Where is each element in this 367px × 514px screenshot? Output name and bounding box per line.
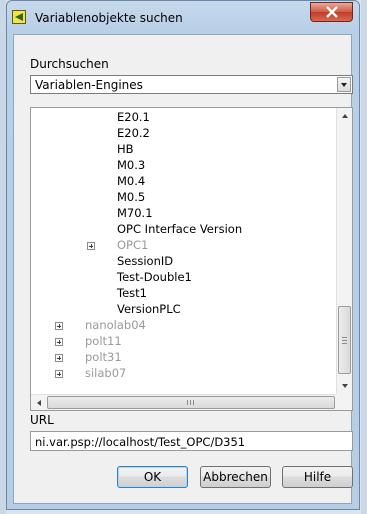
ok-button[interactable]: OK — [117, 466, 188, 488]
labview-app-icon — [12, 10, 26, 24]
close-button[interactable] — [310, 2, 353, 22]
tree-item-host[interactable]: silab07 — [85, 366, 126, 380]
scroll-left-icon[interactable] — [36, 399, 42, 407]
tree-item[interactable]: VersionPLC — [117, 302, 181, 316]
close-icon — [326, 6, 338, 18]
horizontal-scrollbar[interactable] — [31, 394, 352, 410]
vertical-scrollbar[interactable] — [336, 108, 352, 394]
tree-item[interactable]: E20.2 — [117, 126, 150, 140]
background-window-edge-right — [361, 0, 367, 514]
horizontal-scroll-thumb[interactable] — [47, 396, 335, 409]
scroll-down-icon[interactable] — [341, 383, 349, 389]
expand-icon[interactable] — [55, 370, 63, 378]
tree-item[interactable]: OPC Interface Version — [117, 222, 242, 236]
tree-item[interactable]: Test1 — [117, 286, 147, 300]
url-value: ni.var.psp://localhost/Test_OPC/D351 — [35, 435, 246, 449]
dialog-body: Durchsuchen Variablen-Engines E20.1 E20.… — [13, 34, 353, 504]
chevron-down-icon — [341, 83, 347, 87]
tree-item-host[interactable]: polt31 — [85, 350, 122, 364]
tree-item[interactable]: M0.3 — [117, 158, 145, 172]
browse-selected-value: Variablen-Engines — [35, 78, 143, 92]
help-button[interactable]: Hilfe — [282, 466, 353, 488]
tree-item-host[interactable]: polt11 — [85, 334, 122, 348]
tree-item[interactable]: Test-Double1 — [117, 270, 192, 284]
vertical-scroll-thumb[interactable] — [338, 306, 351, 374]
url-field[interactable]: ni.var.psp://localhost/Test_OPC/D351 — [30, 431, 353, 451]
tree-item-opc1[interactable]: OPC1 — [117, 238, 148, 252]
dialog-window: Variablenobjekte suchen Durchsuchen Vari… — [6, 0, 360, 510]
expand-icon[interactable] — [55, 338, 63, 346]
cancel-button[interactable]: Abbrechen — [200, 466, 271, 488]
scroll-up-icon[interactable] — [341, 113, 349, 119]
tree-item[interactable]: M70.1 — [117, 206, 153, 220]
tree-item[interactable]: E20.1 — [117, 110, 150, 124]
tree-item[interactable]: M0.5 — [117, 190, 145, 204]
expand-icon[interactable] — [55, 322, 63, 330]
browse-dropdown[interactable]: Variablen-Engines — [30, 75, 353, 94]
scroll-corner — [336, 394, 352, 410]
browse-label: Durchsuchen — [30, 57, 109, 71]
variable-tree[interactable]: E20.1 E20.2 HB M0.3 M0.4 M0.5 M70.1 OPC … — [30, 107, 353, 411]
url-label: URL — [30, 413, 54, 427]
window-title: Variablenobjekte suchen — [35, 11, 183, 25]
tree-item[interactable]: M0.4 — [117, 174, 145, 188]
tree-item-host[interactable]: nanolab04 — [85, 318, 146, 332]
expand-icon[interactable] — [87, 242, 95, 250]
expand-icon[interactable] — [55, 354, 63, 362]
tree-item[interactable]: HB — [117, 142, 134, 156]
tree-item[interactable]: SessionID — [117, 254, 173, 268]
dropdown-button[interactable] — [337, 77, 351, 92]
title-bar[interactable]: Variablenobjekte suchen — [7, 1, 359, 35]
